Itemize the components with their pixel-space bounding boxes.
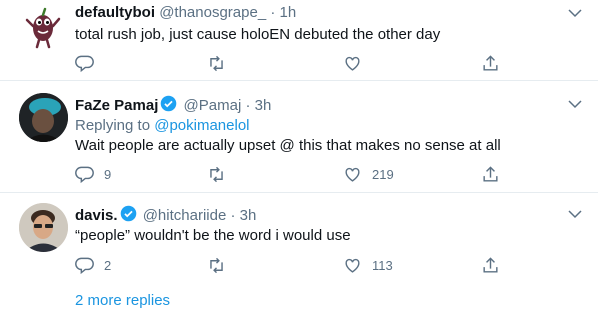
show-more-replies-link[interactable]: 2 more replies (75, 292, 170, 309)
reply-icon (75, 55, 94, 72)
reply-count: 9 (104, 166, 112, 182)
retweet-button[interactable] (207, 53, 236, 73)
chevron-down-icon[interactable] (566, 95, 584, 113)
avatar[interactable] (19, 203, 68, 252)
display-name[interactable]: FaZe Pamaj (75, 97, 158, 114)
user-handle[interactable]: @hitchariide (143, 207, 227, 224)
verified-badge-icon (161, 95, 177, 112)
heart-icon (345, 167, 360, 182)
share-icon (483, 54, 498, 71)
replying-to-label: Replying to (75, 117, 151, 134)
timestamp[interactable]: 1h (280, 4, 297, 21)
heart-icon (345, 56, 360, 71)
tweet-2[interactable]: FaZe Pamaj @Pamaj · 3h Replying to @poki… (0, 81, 598, 192)
tweet-header: defaultyboi @thanosgrape_ · 1h (75, 4, 296, 21)
tweet-3[interactable]: davis. @hitchariide · 3h “people” wouldn… (0, 193, 598, 281)
reply-button[interactable] (75, 53, 104, 73)
retweet-button[interactable] (207, 255, 236, 275)
replying-to: Replying to @pokimanelol (75, 117, 250, 134)
share-icon (483, 256, 498, 273)
tweet-header: davis. @hitchariide · 3h (75, 205, 256, 224)
user-handle[interactable]: @thanosgrape_ (159, 4, 266, 21)
chevron-down-icon[interactable] (566, 4, 584, 22)
reply-button[interactable]: 2 (75, 255, 111, 275)
separator: · (245, 97, 251, 114)
display-name[interactable]: defaultyboi (75, 4, 155, 21)
separator: · (230, 207, 236, 224)
tweet-text: Wait people are actually upset @ this th… (75, 137, 501, 154)
reply-icon (75, 257, 94, 274)
user-handle[interactable]: @Pamaj (184, 97, 242, 114)
retweet-icon (210, 166, 223, 182)
reply-count: 2 (104, 257, 112, 273)
retweet-icon (210, 257, 223, 273)
share-button[interactable] (481, 164, 500, 184)
tweet-header: FaZe Pamaj @Pamaj · 3h (75, 95, 271, 114)
retweet-icon (210, 55, 223, 71)
heart-icon (345, 258, 360, 273)
chevron-down-icon[interactable] (566, 205, 584, 223)
like-button[interactable]: 219 (343, 164, 394, 184)
like-button[interactable]: 113 (343, 255, 393, 275)
grape-avatar-image (25, 7, 61, 49)
replying-to-handle-link[interactable]: @pokimanelol (154, 117, 249, 134)
tweet-actions: 2 113 (75, 255, 505, 275)
pamaj-avatar-image (19, 93, 68, 142)
reply-icon (75, 166, 94, 183)
like-count: 219 (372, 166, 394, 182)
like-button[interactable] (343, 53, 372, 73)
tweet-1[interactable]: defaultyboi @thanosgrape_ · 1h total rus… (0, 0, 598, 80)
timestamp[interactable]: 3h (240, 207, 257, 224)
tweet-actions (75, 53, 505, 73)
timestamp[interactable]: 3h (255, 97, 272, 114)
separator: · (270, 4, 276, 21)
avatar[interactable] (19, 93, 68, 142)
share-button[interactable] (481, 53, 500, 73)
tweet-actions: 9 219 (75, 164, 505, 184)
davis-avatar-image (19, 203, 68, 252)
tweet-text: total rush job, just cause holoEN debute… (75, 26, 441, 43)
verified-badge-icon (120, 205, 136, 222)
like-count: 113 (372, 257, 393, 273)
reply-button[interactable]: 9 (75, 164, 111, 184)
display-name[interactable]: davis. (75, 207, 118, 224)
avatar[interactable] (19, 2, 68, 51)
share-button[interactable] (481, 255, 500, 275)
retweet-button[interactable] (207, 164, 236, 184)
tweet-text: “people” wouldn't be the word i would us… (75, 227, 351, 244)
share-icon (483, 165, 498, 182)
